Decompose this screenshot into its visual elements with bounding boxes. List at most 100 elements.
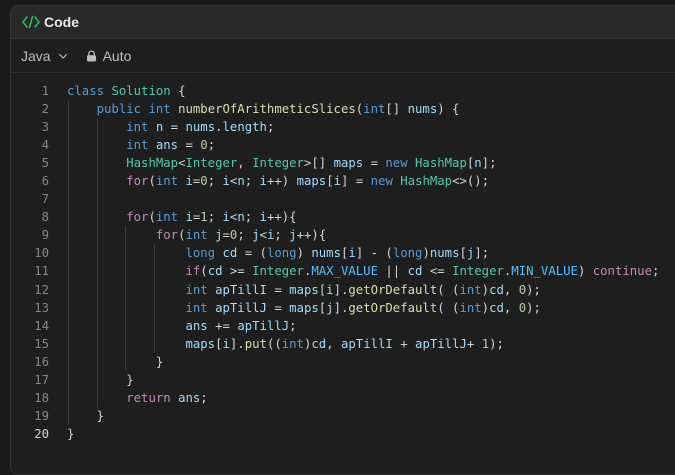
line-number: 6: [41, 174, 49, 189]
code-token: 0: [200, 138, 208, 153]
code-token: >[]: [303, 156, 334, 171]
code-token: for: [126, 210, 149, 225]
code-text: long cd = (long) nums[i] - (long)nums[j]…: [67, 244, 489, 263]
indent-guide: [68, 136, 69, 155]
line-number: 11: [34, 264, 49, 279]
indent-guide: [153, 262, 155, 281]
code-token: maps: [289, 282, 319, 297]
auto-mode-toggle[interactable]: Auto: [86, 48, 131, 64]
panel-title: Code: [44, 14, 79, 30]
code-text: int apTillI = maps[i].getOrDefault( (int…: [67, 280, 541, 299]
code-token: ,: [503, 300, 519, 315]
code-token: =: [266, 282, 290, 297]
code-editor[interactable]: 1 class Solution {2 public int numberOfAr…: [11, 73, 675, 443]
code-token: ;: [207, 210, 223, 225]
indent-guide: [125, 352, 127, 371]
code-token: int: [459, 300, 482, 315]
code-token: ): [296, 246, 312, 261]
code-token: i: [222, 210, 230, 225]
line-number: 17: [34, 372, 49, 387]
code-token: ( (: [437, 300, 460, 315]
code-text: int apTillJ = maps[j].getOrDefault( (int…: [67, 298, 541, 317]
code-text: for(int j=0; j<i; j++){: [67, 226, 326, 245]
code-token: j: [252, 228, 260, 243]
code-token: 0: [518, 282, 527, 297]
code-token: }: [155, 354, 164, 369]
line-number: 4: [41, 138, 49, 153]
code-text: int n = nums.length;: [67, 118, 274, 137]
code-token: ++): [266, 174, 297, 189]
code-token: length: [222, 120, 267, 135]
code-token: ++){: [266, 210, 297, 225]
code-token: ];: [481, 156, 497, 171]
code-line: 14 ans += apTillJ;: [11, 316, 675, 335]
line-number: 19: [34, 408, 49, 423]
code-text: }: [67, 406, 104, 425]
code-token: return: [126, 390, 171, 405]
line-number: 5: [41, 156, 49, 171]
code-line: 4 int ans = 0;: [11, 136, 675, 155]
code-token: i: [259, 174, 267, 189]
code-line: 2 public int numberOfArithmeticSlices(in…: [11, 100, 675, 119]
code-token: 1: [481, 336, 490, 351]
code-text: maps[i].put((int)cd, apTillI + apTillJ+ …: [67, 334, 504, 353]
indent-guide: [68, 208, 69, 227]
code-token: int: [281, 336, 304, 351]
code-token: ,: [326, 336, 341, 351]
code-token: );: [489, 336, 504, 351]
code-token: numberOfArithmeticSlices: [178, 102, 356, 117]
code-token: [: [326, 174, 334, 189]
language-selector[interactable]: Java: [21, 48, 68, 64]
code-token: +: [466, 336, 482, 351]
code-text: class Solution {: [67, 82, 185, 100]
indent-guide: [96, 118, 98, 137]
indent-guide: [125, 280, 127, 299]
code-token: long: [185, 246, 216, 261]
indent-guide: [96, 136, 98, 155]
code-token: int: [185, 228, 208, 243]
code-token: MAX_VALUE: [311, 264, 378, 279]
line-number: 3: [41, 120, 49, 135]
code-text: }: [67, 370, 134, 389]
code-line: 11 if(cd >= Integer.MAX_VALUE || cd <= I…: [11, 262, 675, 281]
code-token: 0: [200, 174, 208, 189]
code-token: int: [185, 282, 208, 297]
code-token: i: [259, 210, 267, 225]
code-token: cd: [489, 300, 504, 315]
indent-guide: [153, 298, 155, 317]
indent-guide: [96, 370, 98, 389]
code-token: n: [237, 210, 245, 225]
code-text: int ans = 0;: [67, 136, 216, 155]
code-line: 20}: [11, 425, 675, 443]
code-line: 19 }: [11, 406, 675, 425]
indent-guide: [125, 262, 127, 281]
panel-header: Code: [11, 6, 675, 39]
code-token: ans: [185, 318, 208, 333]
code-text: for(int i=1; i<n; i++){: [67, 208, 297, 227]
code-token: for: [155, 228, 179, 243]
code-token: {: [170, 84, 186, 98]
code-token: ;: [207, 138, 216, 153]
code-line: 13 int apTillJ = maps[j].getOrDefault( (…: [11, 298, 675, 317]
code-line: 18 return ans;: [11, 388, 675, 407]
code-token: cd: [489, 282, 504, 297]
code-token: = (: [237, 246, 267, 261]
indent-guide: [68, 316, 69, 335]
code-token: [: [215, 336, 223, 351]
line-number: 8: [41, 210, 49, 225]
indent-guide: [96, 388, 98, 407]
indent-guide: [68, 154, 69, 173]
code-token: (: [148, 210, 156, 225]
code-token: ;: [200, 390, 208, 405]
code-token: ans: [178, 390, 201, 405]
indent-guide: [153, 334, 155, 353]
code-token: MIN_VALUE: [511, 264, 578, 279]
code-line: 17 }: [11, 370, 675, 389]
code-token: maps: [296, 174, 327, 189]
code-token: ;: [244, 174, 260, 189]
code-token: continue: [592, 264, 652, 279]
code-token: int: [155, 174, 179, 189]
